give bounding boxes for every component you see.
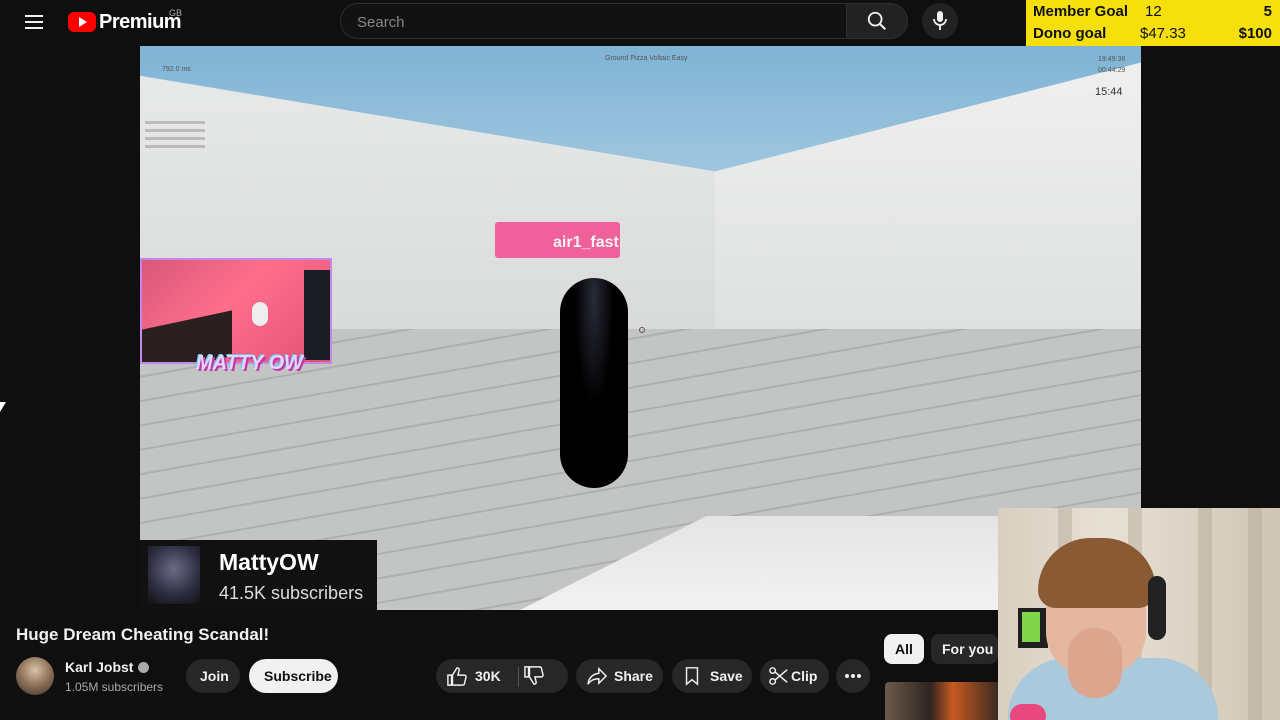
like-count[interactable]: 30K: [475, 668, 501, 684]
chip-for-you-label: For you: [942, 641, 994, 657]
channel-card-avatar: [148, 546, 200, 604]
channel-card-subscribers: 41.5K subscribers: [219, 583, 364, 603]
search-box: [340, 3, 846, 40]
like-dislike-group: 30K: [436, 659, 568, 693]
voice-search-button[interactable]: [922, 3, 958, 39]
logo-country-code: GB: [169, 8, 183, 18]
facecam-logo: MATTY OW: [196, 352, 304, 374]
chip-all[interactable]: All: [884, 634, 924, 664]
more-horizontal-icon: [845, 674, 861, 678]
like-divider: [518, 667, 519, 687]
crosshair-icon: [639, 327, 645, 333]
dono-goal-label: Dono goal: [1033, 25, 1107, 42]
streamer-webcam-overlay: [998, 508, 1280, 720]
bookmark-icon: [685, 667, 699, 686]
subscribe-button[interactable]: Subscribe: [249, 659, 338, 693]
search-input[interactable]: [355, 4, 829, 40]
dono-goal-row: Dono goal $47.33 $100: [1026, 22, 1280, 44]
owner-name[interactable]: Karl Jobst: [65, 659, 133, 675]
clip-label: Clip: [791, 668, 818, 684]
dislike-icon[interactable]: [523, 666, 545, 686]
more-actions-button[interactable]: [836, 659, 870, 693]
subscribe-label: Subscribe: [264, 668, 332, 684]
member-goal-row: Member Goal 12 5: [1026, 0, 1280, 22]
player-nametag-text: air1_fast: [553, 234, 619, 251]
share-button[interactable]: Share: [576, 659, 663, 693]
recommended-video-thumbnail[interactable]: [885, 682, 998, 720]
channel-card: MattyOW 41.5K subscribers: [140, 540, 377, 610]
chip-all-label: All: [895, 641, 913, 657]
join-label: Join: [200, 668, 229, 684]
hud-clock-1: 19:49:36: [1098, 56, 1126, 63]
microphone-icon: [933, 11, 947, 30]
share-icon: [587, 666, 608, 686]
share-label: Share: [614, 668, 653, 684]
youtube-play-icon: [68, 12, 96, 32]
save-label: Save: [710, 668, 743, 684]
hud-map-name: Ground Pizza Voltaic Easy: [605, 55, 688, 62]
hud-clock-2: 00:44:29: [1098, 67, 1126, 74]
search-icon: [867, 11, 886, 30]
player-capsule: [560, 278, 628, 488]
member-goal-label: Member Goal: [1033, 3, 1129, 20]
mouse-cursor-icon: [0, 402, 6, 412]
hud-timer: 15:44: [1095, 86, 1123, 98]
search-button[interactable]: [846, 3, 908, 39]
stream-goals-overlay: Member Goal 12 5 Dono goal $47.33 $100: [1026, 0, 1280, 46]
clip-button[interactable]: Clip: [760, 659, 829, 693]
verified-icon: [138, 662, 149, 673]
dono-goal-current: $47.33: [1140, 25, 1186, 42]
dono-goal-target: $100: [1238, 25, 1272, 42]
streamer-facecam: [140, 258, 332, 364]
menu-icon[interactable]: [22, 10, 48, 34]
owner-subscribers: 1.05M subscribers: [65, 680, 164, 694]
scissors-icon: [769, 667, 788, 685]
video-title: Huge Dream Cheating Scandal!: [16, 625, 270, 644]
hud-latency: 792.0 ms: [162, 66, 191, 73]
chip-for-you[interactable]: For you: [931, 634, 998, 664]
hud-debug-panel: [145, 116, 219, 164]
join-button[interactable]: Join: [186, 659, 240, 693]
save-button[interactable]: Save: [672, 659, 752, 693]
channel-card-name: MattyOW: [219, 549, 319, 575]
owner-avatar[interactable]: [16, 657, 54, 695]
member-goal-target: 5: [1263, 3, 1272, 20]
member-goal-current: 12: [1145, 3, 1162, 20]
like-icon: [447, 667, 467, 686]
